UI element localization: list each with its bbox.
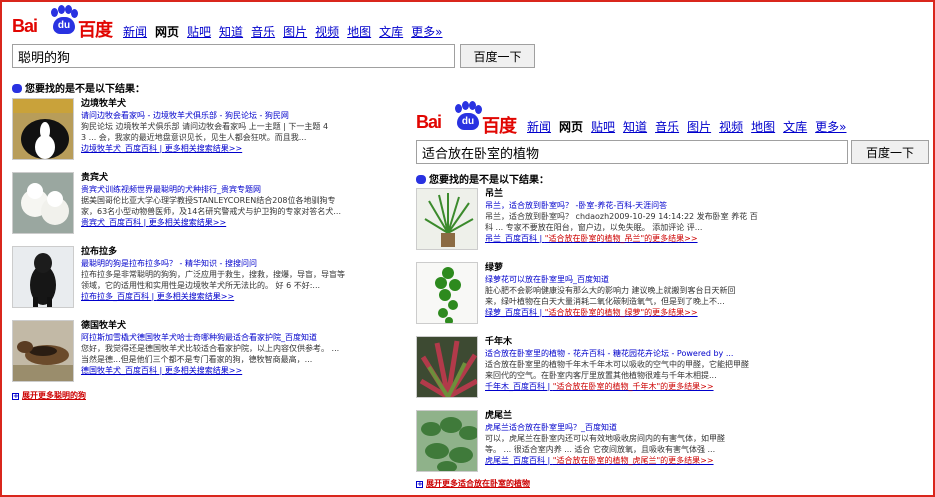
nav-zhidao[interactable]: 知道 (623, 120, 647, 134)
result-snippet: 等。 ... 很适合室内养 ... 适合 它夜间放氧，且吸收有害气体强 ... (485, 445, 716, 454)
top-nav: 新闻 网页 贴吧 知道 音乐 图片 视频 地图 文库 更多» (527, 118, 854, 135)
border-collie-thumbnail[interactable] (12, 98, 74, 160)
nav-images[interactable]: 图片 (283, 25, 307, 39)
nav-more[interactable]: 更多» (411, 25, 442, 39)
more-results-link[interactable]: "适合放在卧室的植物_绿萝"的更多结果>> (545, 308, 698, 317)
result-snippet: 家，63名小型动物兽医师，及14名研究警戒犬与护卫狗的专家对答名犬... (81, 207, 341, 216)
baike-link[interactable]: 拉布拉多_百度百科 (81, 292, 149, 301)
baike-link[interactable]: 德国牧羊犬_百度百科 (81, 366, 157, 375)
baidu-logo[interactable]: Bai du 百度 (416, 100, 521, 137)
nav-more[interactable]: 更多» (815, 120, 846, 134)
more-results-link[interactable]: 更多相关搜索结果>> (165, 366, 242, 375)
paw-icon (12, 84, 22, 93)
result-snippet: 可以，虎尾兰在卧室内还可以有效地吸收房间内的有害气体，如甲醛 (485, 434, 725, 443)
more-results-link[interactable]: 更多相关搜索结果>> (165, 144, 242, 153)
result-snippet: 脏心肥不会影响健康没有那么大的影响力 建议晚上就搬到客台日天新回 (485, 286, 736, 295)
result-link[interactable]: 吊兰，适合放到卧室吗？ -卧室-养花-百科-天涯问答 (485, 200, 758, 211)
result-snippet: 来回代的空气。在卧室内客厅里放置其他植物很难与千年木相提... (485, 371, 717, 380)
nav-map[interactable]: 地图 (347, 25, 371, 39)
result-snippet: 拉布拉多是非常聪明的狗狗，广泛应用于救生，搜救，搜爆，导盲，导盲等 (81, 270, 345, 279)
result-snippet: 科 ... 专家不要放在阳台，窗户边，以免失眠。 添加评论 评... (485, 223, 703, 232)
result-title[interactable]: 拉布拉多 (81, 244, 345, 257)
baike-link[interactable]: 贵宾犬_百度百科 (81, 218, 141, 227)
dracaena-thumbnail[interactable] (416, 336, 478, 398)
result-snippet: 适合放在卧室里的植物千年木千年木可以吸收的空气中的甲醛，它能把甲醛 (485, 360, 749, 369)
baike-link[interactable]: 绿萝_百度百科 (485, 308, 537, 317)
nav-video[interactable]: 视频 (315, 25, 339, 39)
nav-web[interactable]: 网页 (559, 120, 583, 134)
result-title[interactable]: 贵宾犬 (81, 170, 341, 183)
more-results-link[interactable]: "适合放在卧室的植物_虎尾兰"的更多结果>> (553, 456, 714, 465)
nav-music[interactable]: 音乐 (251, 25, 275, 39)
logo-text-du: 百度 (78, 20, 113, 41)
plus-icon: + (12, 392, 19, 400)
logo-text-bai: Bai (416, 112, 442, 132)
pothos-thumbnail[interactable] (416, 262, 478, 324)
expand-more-link[interactable]: + 展开更多聪明的狗 (12, 390, 86, 401)
suggest-heading: 您要找的是不是以下结果： (12, 80, 145, 95)
spider-plant-thumbnail[interactable] (416, 188, 478, 250)
result-link[interactable]: 适合放在卧室里的植物 - 花卉百科 - 糖花园花卉论坛 - Powered by… (485, 348, 749, 359)
poodle-thumbnail[interactable] (12, 172, 74, 234)
result-snippet: 您好，我觉得还是德国牧羊犬比较适合看家护院，以上内容仅供参考。 ... (81, 344, 340, 353)
result-title[interactable]: 边境牧羊犬 (81, 96, 328, 109)
result-link[interactable]: 请问边牧会看家吗 - 边境牧羊犬俱乐部 - 狗民论坛 - 狗民网 (81, 110, 328, 121)
result-title[interactable]: 绿萝 (485, 260, 736, 273)
result-snippet: 领域，它的适用性和实用性是边境牧羊犬所无法比的。 好 6 不好:... (81, 281, 321, 290)
result-snippet: 当然是德...但是他们三个都不是专门看家的狗，德牧智商最高，... (81, 355, 313, 364)
snake-plant-thumbnail[interactable] (416, 410, 478, 472)
nav-music[interactable]: 音乐 (655, 120, 679, 134)
baike-link[interactable]: 千年木_百度百科 (485, 382, 545, 391)
result-title[interactable]: 德国牧羊犬 (81, 318, 339, 331)
result-link[interactable]: 阿拉斯加雪橇犬德国牧羊犬哈士奇哪种狗最适合看家护院_百度知道 (81, 332, 339, 343)
logo-text-du: 百度 (482, 116, 517, 137)
result-title[interactable]: 吊兰 (485, 186, 758, 199)
nav-wenku[interactable]: 文库 (783, 120, 807, 134)
more-results-link[interactable]: "适合放在卧室的植物_千年木"的更多结果>> (553, 382, 714, 391)
suggest-heading: 您要找的是不是以下结果： (416, 171, 549, 186)
search-input[interactable] (416, 140, 848, 164)
baike-link[interactable]: 边境牧羊犬_百度百科 (81, 144, 157, 153)
nav-images[interactable]: 图片 (687, 120, 711, 134)
logo-text-bai: Bai (12, 16, 38, 36)
more-results-link[interactable]: 更多相关搜索结果>> (149, 218, 226, 227)
top-nav: 新闻 网页 贴吧 知道 音乐 图片 视频 地图 文库 更多» (123, 23, 450, 40)
labrador-thumbnail[interactable] (12, 246, 74, 308)
german-shepherd-thumbnail[interactable] (12, 320, 74, 382)
nav-tieba[interactable]: 贴吧 (591, 120, 615, 134)
result-snippet: 吊兰，适合放到卧室吗？ chdaozh2009-10-29 14:14:22 发… (485, 212, 758, 221)
nav-video[interactable]: 视频 (719, 120, 743, 134)
result-link[interactable]: 最聪明的狗是拉布拉多吗？ - 精华知识 - 搜搜问问 (81, 258, 345, 269)
nav-news[interactable]: 新闻 (123, 25, 147, 39)
expand-more-link[interactable]: + 展开更多适合放在卧室的植物 (416, 478, 530, 489)
result-snippet: 据美国哥伦比亚大学心理学教授STANLEYCOREN结合208位各地驯狗专 (81, 196, 336, 205)
result-snippet: 狗民论坛 边境牧羊犬俱乐部 请问边牧会看家吗 上一主题 | 下一主题 4 (81, 122, 329, 131)
search-input[interactable] (12, 44, 455, 68)
paw-icon: du (50, 5, 78, 35)
nav-tieba[interactable]: 贴吧 (187, 25, 211, 39)
nav-map[interactable]: 地图 (751, 120, 775, 134)
nav-zhidao[interactable]: 知道 (219, 25, 243, 39)
result-title[interactable]: 虎尾兰 (485, 408, 725, 421)
plus-icon: + (416, 480, 423, 488)
baidu-logo[interactable]: Bai du 百度 (12, 4, 117, 41)
result-title[interactable]: 千年木 (485, 334, 749, 347)
baike-link[interactable]: 虎尾兰_百度百科 (485, 456, 545, 465)
search-button[interactable]: 百度一下 (460, 44, 535, 68)
result-snippet: 来，绿叶植物在白天大量消耗二氧化碳制造氧气，但是到了晚上不... (485, 297, 725, 306)
paw-icon: du (454, 101, 482, 131)
result-link[interactable]: 绿萝花可以放在卧室里吗_百度知道 (485, 274, 736, 285)
nav-web[interactable]: 网页 (155, 25, 179, 39)
search-button[interactable]: 百度一下 (851, 140, 929, 164)
result-snippet: 3 ... 会，我家的最近地盘意识见长，见生人都会狂吠。而且我... (81, 133, 307, 142)
nav-news[interactable]: 新闻 (527, 120, 551, 134)
result-link[interactable]: 贵宾犬训练视频世界最聪明的犬种排行_贵宾专题网 (81, 184, 341, 195)
result-link[interactable]: 虎尾兰适合放在卧室里吗？_百度知道 (485, 422, 725, 433)
more-results-link[interactable]: 更多相关搜索结果>> (157, 292, 234, 301)
more-results-link[interactable]: "适合放在卧室的植物_吊兰"的更多结果>> (545, 234, 698, 243)
paw-icon (416, 175, 426, 184)
baike-link[interactable]: 吊兰_百度百科 (485, 234, 537, 243)
nav-wenku[interactable]: 文库 (379, 25, 403, 39)
